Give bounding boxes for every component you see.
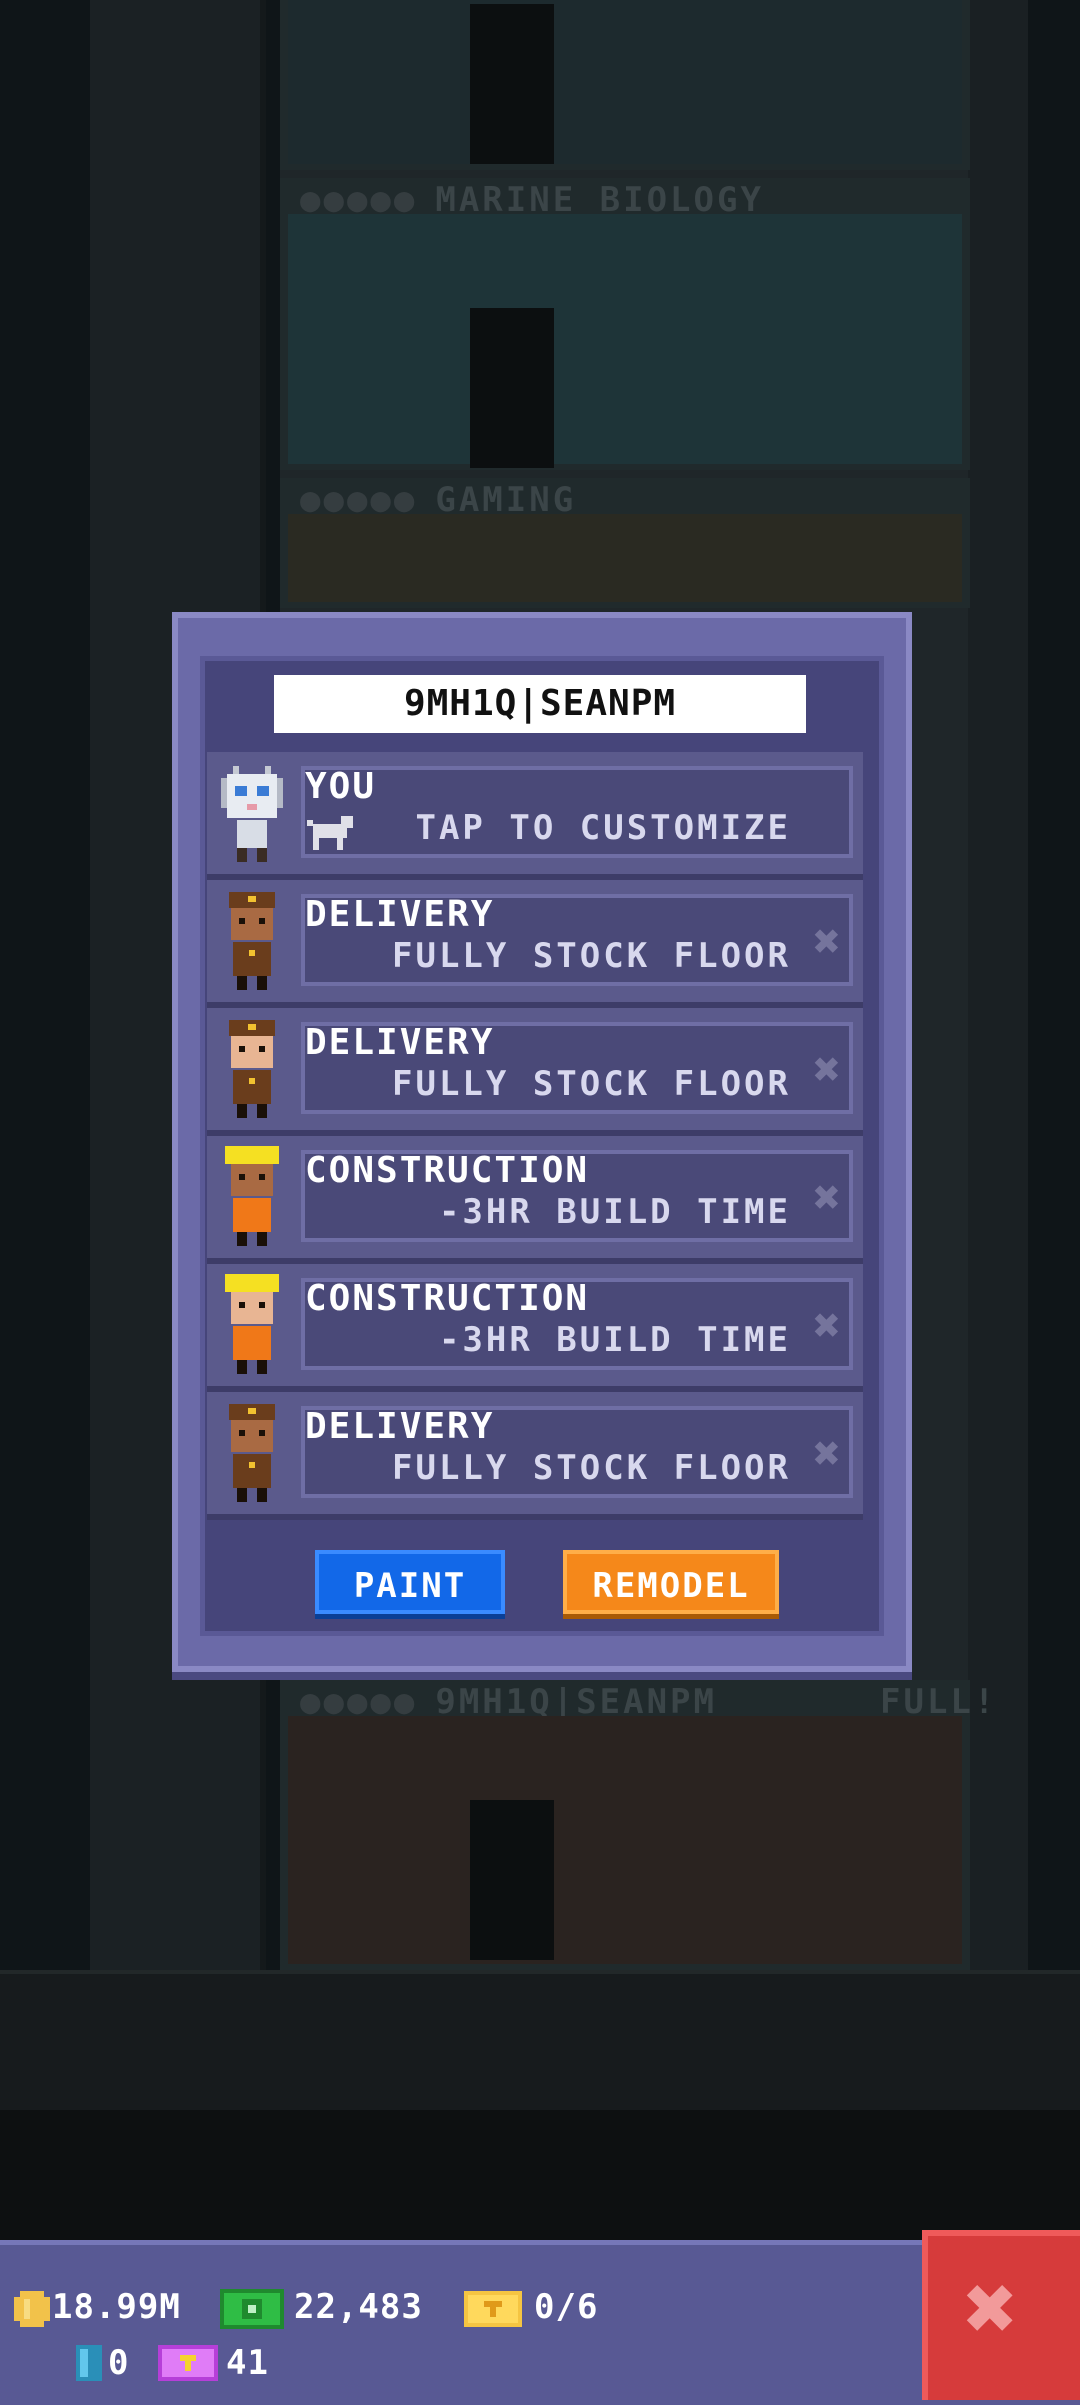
resident-title: CONSTRUCTION	[305, 1278, 590, 1319]
resident-subtitle: -3HR BUILD TIME	[438, 1192, 791, 1232]
floor-marine-biology[interactable]: ●●●●● MARINE BIOLOGY	[280, 178, 970, 470]
coin-icon	[14, 2291, 50, 2327]
coins-count: 18.99M	[52, 2287, 181, 2327]
remove-resident-icon[interactable]: ✖	[813, 1426, 841, 1480]
bux-count: 22,483	[294, 2287, 423, 2327]
basement	[0, 2110, 1080, 2240]
resident-subtitle: TAP TO CUSTOMIZE	[415, 808, 791, 848]
delivery-worker-icon	[229, 892, 275, 990]
tickets-count: 0/6	[534, 2287, 599, 2327]
floor-top[interactable]	[280, 0, 970, 170]
resident-title: DELIVERY	[305, 1022, 495, 1063]
remodel-button[interactable]: REMODEL	[563, 1550, 779, 1614]
resident-row-you[interactable]: YOU TAP TO CUSTOMIZE	[207, 752, 863, 880]
floor-name-field[interactable]: 9MH1Q|SEANPM	[274, 675, 806, 733]
keys-count: 0	[108, 2343, 130, 2383]
elevator-door	[470, 1800, 554, 1960]
resident-row[interactable]: DELIVERY FULLY STOCK FLOOR ✖	[207, 880, 863, 1008]
resident-row[interactable]: CONSTRUCTION -3HR BUILD TIME ✖	[207, 1264, 863, 1392]
resident-subtitle: FULLY STOCK FLOOR	[392, 1064, 791, 1104]
resident-row[interactable]: CONSTRUCTION -3HR BUILD TIME ✖	[207, 1136, 863, 1264]
key-icon	[76, 2345, 102, 2381]
resident-row[interactable]: DELIVERY FULLY STOCK FLOOR ✖	[207, 1008, 863, 1136]
remove-resident-icon[interactable]: ✖	[813, 914, 841, 968]
robot-avatar-icon	[221, 766, 283, 862]
paint-button[interactable]: PAINT	[315, 1550, 505, 1614]
close-icon: ✖	[964, 2256, 1019, 2361]
floor-residence[interactable]: ●●●●● 9MH1Q|SEANPM FULL!	[280, 1680, 994, 1970]
construction-worker-icon	[225, 1274, 279, 1374]
delivery-worker-icon	[229, 1020, 275, 1118]
vip-ticket-icon	[158, 2345, 218, 2381]
resident-subtitle: FULLY STOCK FLOOR	[392, 936, 791, 976]
resident-title: YOU	[305, 766, 377, 807]
ticket-icon	[464, 2291, 522, 2327]
vip-count: 41	[226, 2343, 269, 2383]
resident-title: CONSTRUCTION	[305, 1150, 590, 1191]
close-button[interactable]: ✖	[922, 2230, 1080, 2400]
resident-title: DELIVERY	[305, 894, 495, 935]
delivery-worker-icon	[229, 1404, 275, 1502]
resident-subtitle: FULLY STOCK FLOOR	[392, 1448, 791, 1488]
floor-gaming[interactable]: ●●●●● GAMING	[280, 478, 970, 608]
right-building-facade	[968, 0, 1028, 1970]
resident-subtitle: -3HR BUILD TIME	[438, 1320, 791, 1360]
resource-bar: 18.99M 22,483 0/6 0 41	[0, 2240, 1080, 2405]
elevator-door	[470, 4, 554, 164]
construction-worker-icon	[225, 1146, 279, 1246]
cat-pet-icon	[307, 816, 353, 850]
remove-resident-icon[interactable]: ✖	[813, 1042, 841, 1096]
resident-title: DELIVERY	[305, 1406, 495, 1447]
ground-lobby	[0, 1970, 1080, 2114]
elevator-door	[470, 308, 554, 468]
remove-resident-icon[interactable]: ✖	[813, 1298, 841, 1352]
resident-row[interactable]: DELIVERY FULLY STOCK FLOOR ✖	[207, 1392, 863, 1520]
remove-resident-icon[interactable]: ✖	[813, 1170, 841, 1224]
bux-icon	[220, 2289, 284, 2329]
